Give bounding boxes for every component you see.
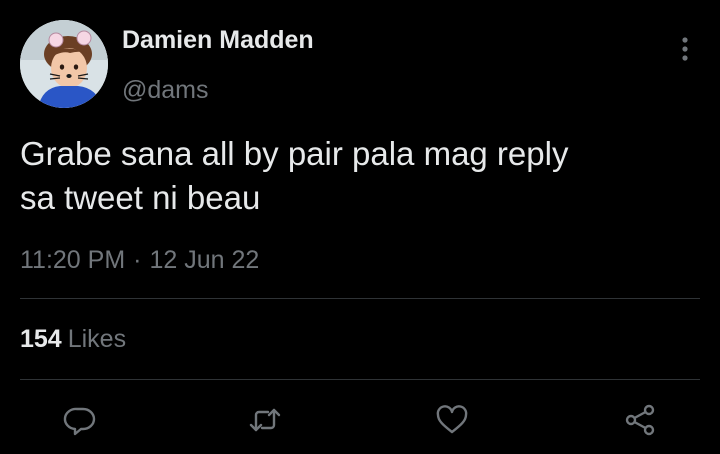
author-handle[interactable]: @dams [122,76,209,105]
tweet-text-line: sa tweet ni beau [20,179,261,216]
meta-separator: · [133,246,142,274]
share-button[interactable] [622,402,658,438]
like-button[interactable] [434,402,470,438]
reply-button[interactable] [62,402,98,438]
divider [20,379,700,380]
avatar-image [20,20,108,108]
tweet-timestamp: 11:20 PM · 12 Jun 22 [20,246,259,275]
tweet-time[interactable]: 11:20 PM [20,246,125,274]
share-icon [625,404,655,436]
tweet-detail: Damien Madden @dams Grabe sana all by pa… [0,0,720,454]
tweet-text: Grabe sana all by pair pala mag reply sa… [20,132,700,220]
likes-label: Likes [67,325,127,353]
tweet-text-line: Grabe sana all by pair pala mag reply [20,135,569,172]
retweet-icon [249,408,281,432]
heart-icon [436,405,468,434]
author-name[interactable]: Damien Madden [122,26,314,55]
retweet-button[interactable] [247,402,283,438]
more-options-button[interactable] [670,34,700,64]
tweet-date[interactable]: 12 Jun 22 [149,246,259,274]
reply-icon [63,407,96,436]
likes-count[interactable]: 154 Likes [20,325,126,354]
avatar[interactable] [20,20,108,108]
divider [20,298,700,299]
likes-number: 154 [20,325,62,353]
more-vertical-icon [682,37,688,61]
